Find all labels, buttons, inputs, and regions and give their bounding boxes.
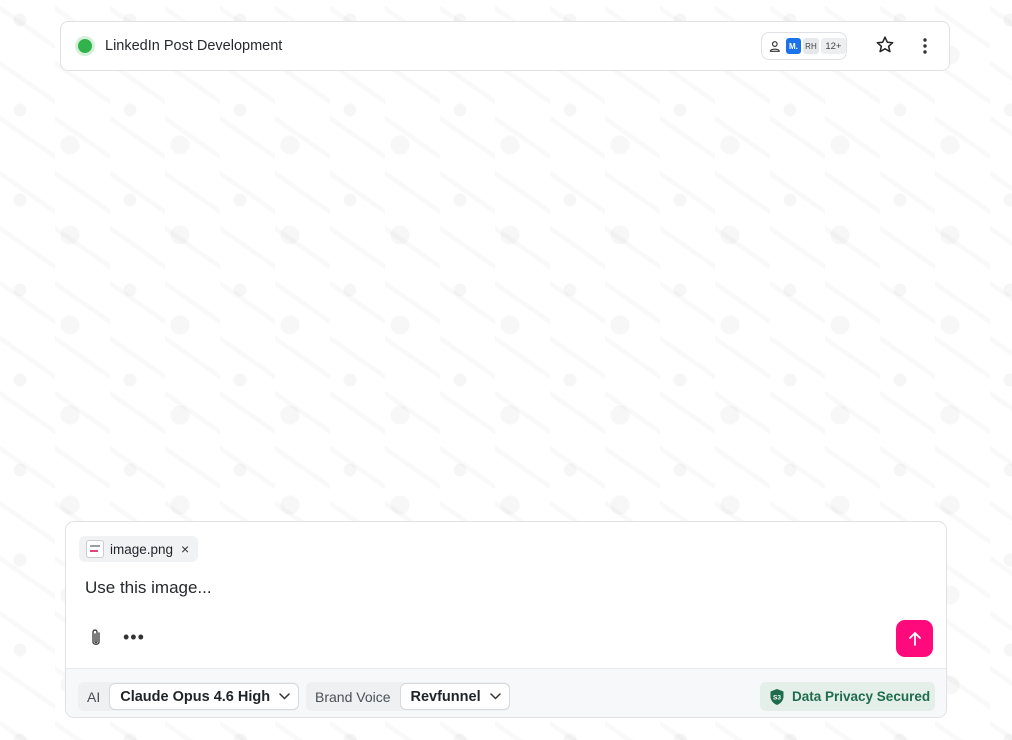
chat-title: LinkedIn Post Development (105, 38, 283, 54)
brand-voice-group: Brand Voice Revfunnel (306, 682, 510, 711)
chevron-down-icon (489, 693, 501, 700)
avatar: M. (785, 38, 802, 54)
paperclip-icon[interactable] (87, 627, 105, 649)
brand-voice-label: Brand Voice (315, 688, 391, 705)
participants-button[interactable]: M. RH 12+ (761, 32, 847, 60)
shield-icon: S3 (770, 688, 784, 705)
arrow-up-icon (908, 631, 921, 646)
more-participants-count: 12+ (820, 38, 847, 54)
send-button[interactable] (896, 620, 933, 657)
status-indicator (75, 36, 95, 56)
shield-label: S3 (773, 694, 781, 701)
ai-model-group: AI Claude Opus 4.6 High (78, 682, 300, 711)
more-vertical-icon[interactable] (921, 36, 929, 56)
brand-voice-select[interactable]: Revfunnel (399, 683, 510, 710)
attachment-chip[interactable]: image.png × (79, 536, 199, 562)
ai-model-value: Claude Opus 4.6 High (120, 688, 271, 705)
brand-voice-value: Revfunnel (410, 688, 481, 705)
attachment-name: image.png (110, 541, 174, 557)
close-icon[interactable]: × (181, 541, 189, 557)
avatar: RH (803, 38, 819, 54)
star-icon[interactable] (875, 35, 895, 55)
ai-model-select[interactable]: Claude Opus 4.6 High (109, 683, 300, 710)
privacy-text: Data Privacy Secured (792, 689, 931, 704)
more-horizontal-icon[interactable]: ••• (123, 627, 145, 648)
ai-label: AI (87, 688, 101, 705)
person-icon (769, 41, 780, 52)
chevron-down-icon (279, 693, 290, 700)
message-input[interactable]: Use this image... (85, 578, 212, 598)
composer-footer: AI Claude Opus 4.6 High Brand Voice Revf… (66, 668, 946, 717)
data-privacy-badge: S3 Data Privacy Secured (760, 682, 935, 711)
chat-header: LinkedIn Post Development M. RH 12+ (60, 21, 950, 71)
message-composer: image.png × Use this image... ••• AI Cla… (65, 521, 947, 718)
image-thumbnail-icon (86, 540, 104, 558)
